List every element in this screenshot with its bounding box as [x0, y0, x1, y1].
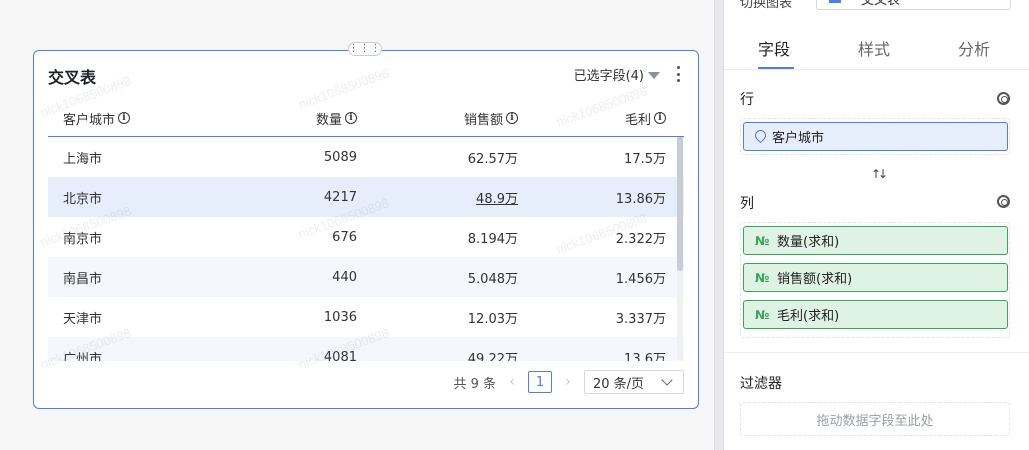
number-icon: №: [755, 233, 770, 248]
cell-profit: 2.322万: [615, 231, 666, 247]
page-size-value: 20 条/页: [593, 376, 645, 392]
table-row[interactable]: 上海市 5089 62.57万 17.5万: [48, 137, 684, 177]
page-number-button[interactable]: 1: [528, 371, 552, 393]
number-icon: №: [755, 270, 770, 285]
card-drag-handle[interactable]: ⋮⋮⋮: [348, 42, 382, 56]
cell-profit: 13.6万: [624, 351, 666, 362]
location-pin-icon: [755, 130, 766, 144]
cell-quantity: 440: [332, 269, 357, 285]
table-chart-icon: [829, 0, 841, 3]
chevron-down-icon: [661, 374, 673, 386]
cell-city: 南昌市: [63, 271, 103, 287]
cell-sales: 62.57万: [467, 151, 518, 167]
cell-quantity: 4217: [323, 189, 357, 205]
tab-style[interactable]: 样式: [858, 36, 890, 60]
table-row[interactable]: 广州市 4081 49.22万 13.6万: [48, 337, 684, 361]
tab-fields[interactable]: 字段: [758, 36, 790, 60]
caret-down-icon: [648, 72, 660, 79]
panel-splitter[interactable]: [714, 0, 724, 450]
chart-type-value: 交叉表: [861, 0, 901, 8]
dashboard-canvas: ⋮⋮⋮ 交叉表 已选字段(4) 客户城市 i 数量 i 销售额 i 毛利 i 上…: [0, 0, 714, 450]
card-title: 交叉表: [48, 68, 97, 87]
info-icon[interactable]: i: [654, 112, 666, 124]
column-field-chip[interactable]: № 数量(求和): [743, 226, 1008, 255]
config-panel: 切换图表 交叉表 字段 样式 分析 行 客户城市 ↑↓ 列 № 数量(求和) №…: [724, 0, 1029, 450]
cell-sales: 49.22万: [467, 351, 518, 362]
filter-dropzone[interactable]: 拖动数据字段至此处: [740, 402, 1010, 436]
table-row[interactable]: 北京市 4217 48.9万 13.86万: [48, 177, 684, 217]
cell-profit: 17.5万: [624, 151, 666, 167]
cell-profit: 1.456万: [615, 271, 666, 287]
column-header-sales[interactable]: 销售额 i: [464, 99, 518, 137]
pagination: 共 9 条 ‹ 1 › 20 条/页: [453, 370, 684, 394]
cell-quantity: 1036: [323, 309, 357, 325]
panel-tabs: 字段 样式 分析: [724, 22, 1029, 70]
total-count: 共 9 条: [453, 376, 496, 392]
swap-rows-columns-icon[interactable]: ↑↓: [871, 167, 888, 181]
table-row[interactable]: 南京市 676 8.194万 2.322万: [48, 217, 684, 257]
more-options-icon[interactable]: [676, 66, 680, 82]
table-row[interactable]: 天津市 1036 12.03万 3.337万: [48, 297, 684, 337]
column-header-quantity[interactable]: 数量 i: [316, 99, 357, 137]
cell-city: 北京市: [63, 191, 103, 207]
rows-section-title: 行: [740, 92, 754, 108]
chart-type-label: 切换图表: [740, 0, 793, 11]
cell-city: 广州市: [63, 351, 103, 362]
info-icon[interactable]: i: [506, 112, 518, 124]
next-page-button[interactable]: ›: [560, 374, 576, 390]
number-icon: №: [755, 307, 770, 322]
filter-section-title: 过滤器: [740, 376, 782, 392]
crosstab-card[interactable]: 交叉表 已选字段(4) 客户城市 i 数量 i 销售额 i 毛利 i 上海市 5…: [33, 50, 699, 409]
gear-icon[interactable]: [997, 92, 1010, 105]
gear-icon[interactable]: [997, 195, 1010, 208]
columns-section-title: 列: [740, 196, 754, 212]
column-field-chip[interactable]: № 销售额(求和): [743, 263, 1008, 292]
cell-city: 天津市: [63, 311, 103, 327]
selected-fields-dropdown[interactable]: 已选字段(4): [574, 65, 660, 84]
filter-placeholder: 拖动数据字段至此处: [816, 413, 934, 429]
cell-city: 南京市: [63, 231, 103, 247]
row-field-label: 客户城市: [772, 131, 825, 146]
table-scrollbar[interactable]: [677, 99, 683, 361]
chart-type-select[interactable]: 交叉表: [816, 0, 1011, 10]
info-icon[interactable]: i: [118, 112, 131, 124]
cell-city: 上海市: [63, 151, 103, 167]
selected-fields-label: 已选字段(4): [573, 69, 644, 84]
column-field-label: 数量(求和): [777, 235, 840, 250]
columns-dropzone[interactable]: № 数量(求和) № 销售额(求和) № 毛利(求和): [740, 222, 1010, 338]
rows-dropzone[interactable]: 客户城市: [740, 118, 1010, 155]
table-row[interactable]: 南昌市 440 5.048万 1.456万: [48, 257, 684, 297]
column-field-label: 销售额(求和): [777, 272, 853, 287]
table-header: 客户城市 i 数量 i 销售额 i 毛利 i: [48, 99, 684, 137]
cell-sales: 8.194万: [467, 231, 518, 247]
active-tab-indicator: [758, 67, 794, 69]
prev-page-button[interactable]: ‹: [504, 374, 520, 390]
cell-quantity: 4081: [323, 349, 357, 362]
row-field-chip[interactable]: 客户城市: [743, 122, 1008, 151]
cell-quantity: 5089: [323, 149, 357, 165]
column-field-chip[interactable]: № 毛利(求和): [743, 300, 1008, 329]
column-field-label: 毛利(求和): [777, 309, 840, 324]
column-header-city[interactable]: 客户城市 i: [63, 99, 131, 137]
section-divider: [724, 352, 1029, 353]
cell-profit: 3.337万: [615, 311, 666, 327]
cell-sales[interactable]: 48.9万: [476, 177, 518, 217]
page-size-select[interactable]: 20 条/页: [584, 370, 684, 394]
cell-sales: 5.048万: [467, 271, 518, 287]
chart-type-row: 切换图表 交叉表: [724, 0, 1029, 14]
info-icon[interactable]: i: [345, 112, 357, 124]
tab-analysis[interactable]: 分析: [958, 36, 990, 60]
cell-profit: 13.86万: [615, 191, 666, 207]
crosstab-table: 客户城市 i 数量 i 销售额 i 毛利 i 上海市 5089 62.57万 1…: [48, 99, 684, 361]
cell-quantity: 676: [332, 229, 357, 245]
column-header-profit[interactable]: 毛利 i: [625, 99, 666, 137]
cell-sales: 12.03万: [467, 311, 518, 327]
